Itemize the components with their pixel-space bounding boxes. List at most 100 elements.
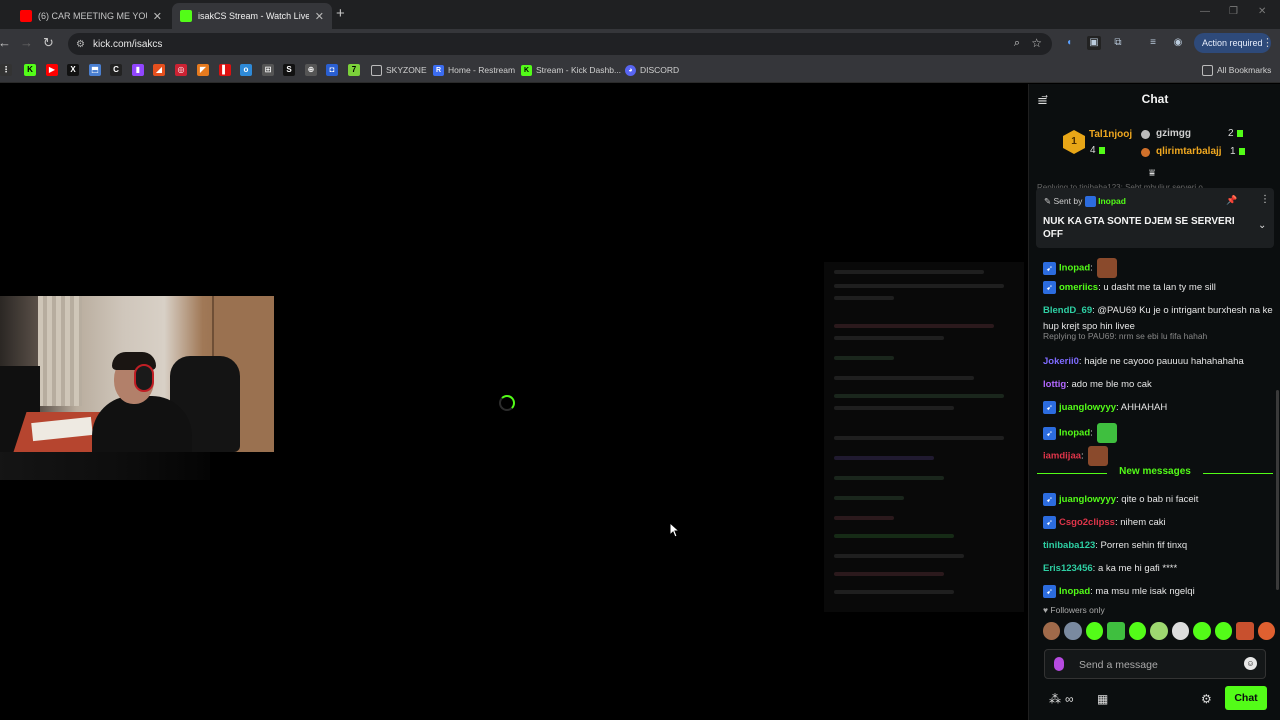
bookmark-icon[interactable]: ▌: [219, 64, 231, 76]
chat-username[interactable]: Inopad: [1059, 428, 1090, 439]
new-tab-button[interactable]: +: [336, 5, 345, 22]
leaderboard-second-name[interactable]: gzimgg: [1156, 128, 1191, 139]
emote-icon[interactable]: [1128, 622, 1147, 640]
bookmark-icon[interactable]: ◎: [175, 64, 187, 76]
emote-icon[interactable]: [1257, 622, 1275, 640]
reload-icon[interactable]: ↻: [43, 35, 54, 51]
profile-icon[interactable]: ◉: [1171, 36, 1185, 50]
chat-username[interactable]: Csgo2clipss: [1059, 517, 1115, 528]
extension-icon[interactable]: ◖: [1062, 36, 1076, 50]
bookmark-star-icon[interactable]: ☆: [1031, 36, 1042, 50]
chat-message: ➹ juanglowyyy: AHHAHAH: [1043, 400, 1273, 416]
bookmark-icon[interactable]: ◘: [326, 64, 338, 76]
tab-title: isakCS Stream - Watch Live on: [198, 11, 309, 21]
emote-icon[interactable]: [1064, 622, 1082, 640]
emote-icon[interactable]: [1107, 622, 1125, 640]
chat-username[interactable]: Eris123456: [1043, 563, 1093, 574]
minimize-icon[interactable]: —: [1200, 6, 1210, 17]
bookmark-icon[interactable]: ◤: [197, 64, 209, 76]
infinity-icon[interactable]: ∞: [1065, 692, 1074, 706]
x-bookmark-icon[interactable]: X: [67, 64, 79, 76]
chat-message: Eris123456: a ka me hi gafi ****: [1043, 561, 1273, 577]
chat-input[interactable]: [1079, 656, 1239, 674]
all-bookmarks[interactable]: All Bookmarks: [1202, 63, 1271, 77]
bookmark-kick-dashboard[interactable]: K Stream - Kick Dashb...: [521, 63, 621, 77]
bookmark-label: Stream - Kick Dashb...: [536, 65, 622, 75]
site-info-icon[interactable]: ⚙: [76, 39, 85, 50]
bookmark-skyzone[interactable]: SKYZONE: [371, 63, 427, 77]
chat-title: Chat: [1141, 92, 1169, 106]
emote-icon[interactable]: [1214, 622, 1233, 640]
leaderboard-third-name[interactable]: qlirimtarbalajj: [1156, 146, 1222, 157]
chat-text: : ado me ble mo cak: [1066, 379, 1152, 390]
bookmark-restream[interactable]: R Home - Restream: [433, 63, 515, 77]
tab-youtube[interactable]: (6) CAR MEETING ME YOUT ✕: [12, 3, 170, 29]
chat-username[interactable]: iamdijaa: [1043, 451, 1081, 462]
emoji-icon[interactable]: ☺: [1244, 657, 1257, 670]
bookmark-icon[interactable]: ◢: [153, 64, 165, 76]
store-icon[interactable]: ▦: [1097, 692, 1108, 706]
extensions-puzzle-icon[interactable]: ⧉: [1111, 36, 1125, 50]
chat-username[interactable]: lottig: [1043, 379, 1066, 390]
chat-message: ➹ omeriics: u dasht me ta lan ty me sill: [1043, 280, 1273, 296]
emote-icon[interactable]: [1150, 622, 1168, 640]
window-close-icon[interactable]: ✕: [1258, 6, 1266, 17]
gift-icon: [1236, 129, 1243, 137]
chat-username[interactable]: BlendD_69: [1043, 305, 1092, 316]
tab-strip: (6) CAR MEETING ME YOUT ✕ isakCS Stream …: [0, 0, 1280, 29]
back-icon[interactable]: ←: [0, 35, 11, 50]
leaderboard-first-name[interactable]: Tal1njooj: [1089, 129, 1132, 140]
headphones: [134, 364, 154, 392]
bookmark-discord[interactable]: ◕ DISCORD: [625, 63, 679, 77]
apps-icon[interactable]: ⋮: [0, 64, 12, 76]
chat-username[interactable]: Inopad: [1059, 263, 1090, 274]
kick-bookmark-icon[interactable]: K: [24, 64, 36, 76]
forward-icon[interactable]: →: [20, 35, 33, 50]
chat-send-button[interactable]: Chat: [1225, 686, 1267, 710]
filter-icon[interactable]: ⩸: [1149, 168, 1155, 179]
chat-message: ➹ juanglowyyy: qite o bab ni faceit: [1043, 492, 1273, 508]
chat-username[interactable]: tinibaba123: [1043, 540, 1095, 551]
emote-icon[interactable]: [1236, 622, 1254, 640]
more-icon[interactable]: ⋮: [1260, 194, 1270, 205]
chat-username[interactable]: omeriics: [1059, 282, 1098, 293]
chat-username[interactable]: juanglowyyy: [1059, 494, 1116, 505]
chat-username[interactable]: Jokerii0: [1043, 356, 1079, 367]
bookmark-icon[interactable]: 7: [348, 64, 360, 76]
emote-icon[interactable]: [1193, 622, 1211, 640]
emote-icon[interactable]: [1043, 622, 1061, 640]
chat-username[interactable]: Inopad: [1059, 586, 1090, 597]
bookmark-icon[interactable]: o: [240, 64, 252, 76]
chat-username[interactable]: juanglowyyy: [1059, 402, 1116, 413]
emote-icon[interactable]: [1171, 622, 1190, 640]
tab-kick[interactable]: isakCS Stream - Watch Live on ✕: [172, 3, 332, 29]
extension-icon[interactable]: ▣: [1087, 36, 1101, 50]
close-icon[interactable]: ✕: [315, 10, 324, 23]
bookmark-icon[interactable]: ⊞: [262, 64, 274, 76]
address-bar[interactable]: ⚙ kick.com/isakcs ⌕ ☆: [68, 33, 1052, 55]
media-control-icon[interactable]: ≡: [1146, 36, 1160, 50]
silver-rank-icon: [1141, 130, 1150, 139]
bookmark-icon[interactable]: S: [283, 64, 295, 76]
settings-icon[interactable]: ⚙: [1201, 692, 1212, 706]
bookmark-icon[interactable]: ⊕: [305, 64, 317, 76]
emote-icon[interactable]: [1085, 622, 1104, 640]
browser-menu-icon[interactable]: ⋮: [1262, 36, 1273, 49]
points-icon[interactable]: ⁂: [1049, 692, 1061, 706]
loading-spinner-icon: [499, 395, 515, 411]
twitch-bookmark-icon[interactable]: ▮: [132, 64, 144, 76]
bookmark-icon[interactable]: C: [110, 64, 122, 76]
youtube-bookmark-icon[interactable]: ▶: [46, 64, 58, 76]
zoom-icon[interactable]: ⌕: [1014, 37, 1020, 50]
chevron-down-icon[interactable]: ⌄: [1258, 220, 1266, 231]
mic-icon[interactable]: [1054, 657, 1064, 671]
page-scrollbar[interactable]: [1276, 390, 1279, 590]
close-icon[interactable]: ✕: [153, 10, 162, 23]
action-required-button[interactable]: Action required: [1194, 33, 1271, 53]
pinned-sender: ✎ Sent by Inopad: [1044, 196, 1126, 208]
verified-badge-icon: [1084, 196, 1096, 208]
maximize-icon[interactable]: ❐: [1229, 6, 1238, 17]
bookmark-icon[interactable]: ⬒: [89, 64, 101, 76]
pin-icon[interactable]: 📌: [1226, 195, 1237, 206]
pinned-message[interactable]: ✎ Sent by Inopad NUK KA GTA SONTE DJEM S…: [1036, 188, 1274, 248]
